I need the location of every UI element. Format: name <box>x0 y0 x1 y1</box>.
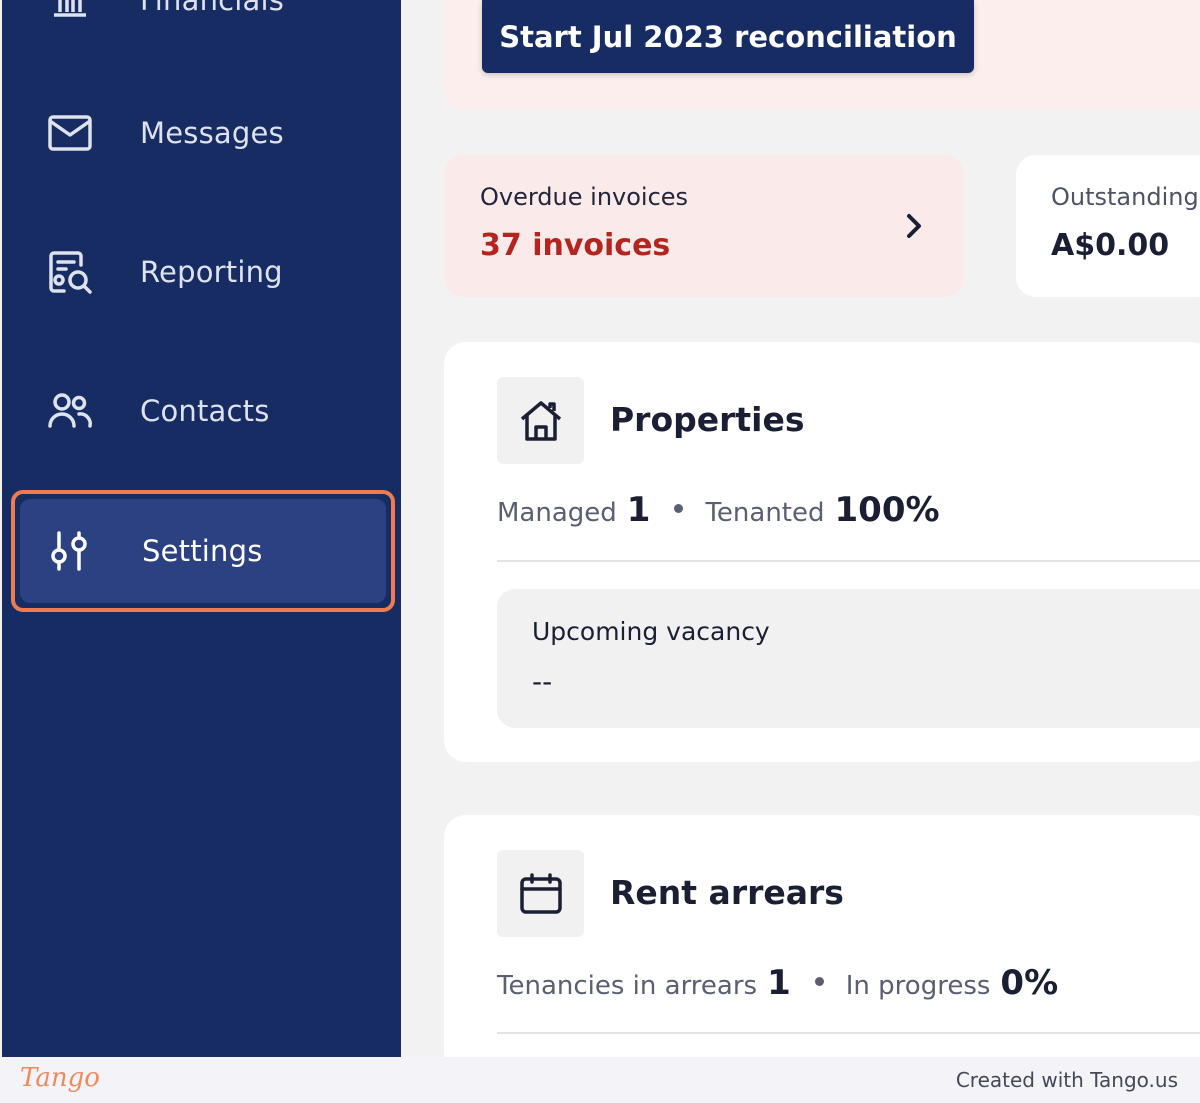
users-icon <box>46 387 94 435</box>
panel-title: Properties <box>610 400 805 439</box>
card-value: 37 invoices <box>480 228 671 263</box>
footer-credit: Created with Tango.us <box>955 1068 1178 1092</box>
properties-panel: Properties Managed 1 Tenanted 100% Upcom… <box>444 342 1200 762</box>
sidebar-item-messages[interactable]: Messages <box>2 83 401 183</box>
vacancy-value: -- <box>532 665 553 698</box>
progress-label: In progress <box>845 971 991 1001</box>
managed-value: 1 <box>626 490 651 530</box>
rent-arrears-panel: Rent arrears Tenancies in arrears 1 In p… <box>444 815 1200 1075</box>
sidebar-item-financials[interactable]: Financials <box>2 0 401 50</box>
sidebar-item-settings[interactable]: Settings <box>11 490 395 612</box>
tenanted-value: 100% <box>834 490 940 530</box>
tenanted-label: Tenanted <box>705 498 825 528</box>
tango-logo: Tango <box>20 1063 100 1093</box>
sidebar-item-label: Contacts <box>140 394 270 428</box>
separator-dot <box>674 504 684 513</box>
vacancy-title: Upcoming vacancy <box>532 617 770 646</box>
card-title: Outstanding <box>1051 183 1199 211</box>
progress-value: 0% <box>1000 963 1059 1003</box>
arrears-stats: Tenancies in arrears 1 In progress 0% <box>497 963 1058 1003</box>
sidebar-item-reporting[interactable]: Reporting <box>2 222 401 322</box>
divider <box>497 1032 1200 1034</box>
properties-stats: Managed 1 Tenanted 100% <box>497 490 940 530</box>
sidebar-item-label: Reporting <box>140 255 283 289</box>
overdue-invoices-card[interactable]: Overdue invoices 37 invoices <box>444 155 964 297</box>
bank-icon <box>46 0 94 24</box>
footer: Tango Created with Tango.us <box>0 1057 1200 1103</box>
mail-icon <box>46 109 94 157</box>
panel-title: Rent arrears <box>610 873 844 912</box>
outstanding-card[interactable]: Outstanding A$0.00 <box>1016 155 1200 297</box>
sliders-icon <box>46 527 94 575</box>
card-value: A$0.00 <box>1051 228 1170 263</box>
upcoming-vacancy-card: Upcoming vacancy -- <box>497 589 1200 728</box>
calendar-icon <box>497 850 584 937</box>
separator-dot <box>814 977 824 986</box>
tenancies-label: Tenancies in arrears <box>497 971 758 1001</box>
sidebar: Financials Messages Reporting Contacts S… <box>2 0 401 1057</box>
sidebar-item-contacts[interactable]: Contacts <box>2 361 401 461</box>
sidebar-item-label: Messages <box>140 116 284 150</box>
sidebar-item-label: Settings <box>142 534 263 568</box>
house-icon <box>497 377 584 464</box>
card-title: Overdue invoices <box>480 183 689 211</box>
managed-label: Managed <box>497 498 617 528</box>
divider <box>497 560 1200 562</box>
sidebar-item-label: Financials <box>140 0 285 17</box>
tenancies-value: 1 <box>767 963 791 1003</box>
start-reconciliation-button[interactable]: Start Jul 2023 reconciliation <box>482 0 974 73</box>
chevron-right-icon <box>899 210 929 242</box>
report-search-icon <box>46 248 94 296</box>
